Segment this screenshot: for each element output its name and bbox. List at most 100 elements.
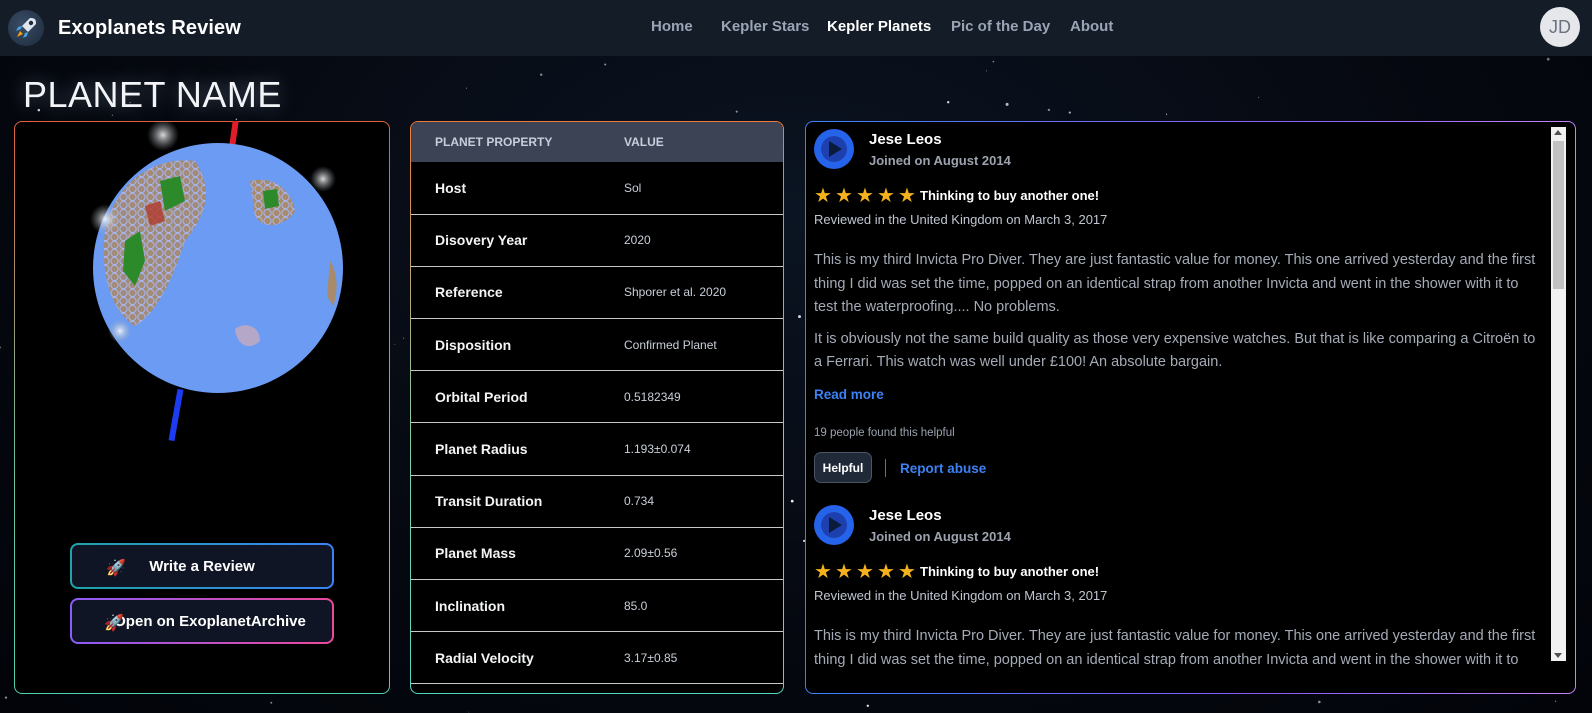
star-dot — [1005, 102, 1009, 106]
star-dot — [235, 118, 238, 121]
star-icon: ★ — [877, 561, 895, 583]
star-dot — [1317, 700, 1321, 704]
reviewer-avatar — [814, 505, 854, 545]
star-dot — [866, 704, 869, 707]
star-dot — [946, 100, 950, 104]
brand[interactable]: Exoplanets Review — [8, 10, 241, 46]
star-rating: ★ ★ ★ ★ ★ — [814, 186, 918, 206]
star-icon: ★ — [814, 185, 832, 207]
table-row: Inclination 85.0 — [411, 579, 783, 633]
nav-about[interactable]: About — [1070, 18, 1113, 35]
review-paragraph: This is my third Invicta Pro Diver. They… — [814, 252, 1536, 315]
property-value: 0.734 — [624, 475, 783, 528]
scroll-down-icon[interactable] — [1554, 653, 1562, 658]
property-key: Inclination — [411, 579, 624, 633]
properties-table: PLANET PROPERTY VALUE Host Sol Disovery Y… — [411, 122, 783, 685]
nav-home[interactable]: Home — [651, 18, 721, 35]
scroll-up-icon[interactable] — [1554, 130, 1562, 135]
planet-viewer-panel: 🚀 Write a Review 🚀 Open on ExoplanetArch… — [14, 119, 390, 694]
star-rating: ★ ★ ★ ★ ★ — [814, 562, 918, 582]
star-icon: ★ — [835, 561, 853, 583]
nav-kepler-stars[interactable]: Kepler Stars — [721, 18, 827, 35]
reviewer-joined: Joined on August 2014 — [869, 529, 1011, 544]
star-dot — [468, 711, 470, 713]
user-avatar[interactable]: JD — [1540, 7, 1580, 47]
write-review-label: Write a Review — [149, 557, 255, 575]
star-dot — [735, 110, 738, 113]
nav-kepler-planets[interactable]: Kepler Planets — [827, 18, 951, 35]
nav-pic-of-the-day[interactable]: Pic of the Day — [951, 18, 1070, 35]
star-dot — [1068, 111, 1071, 114]
property-key: Disovery Year — [411, 214, 624, 267]
property-value: 2.09±0.56 — [624, 527, 783, 581]
star-dot — [539, 73, 543, 76]
property-key: Transit Duration — [411, 475, 624, 528]
star-dot — [0, 346, 2, 349]
star-dot — [604, 63, 607, 66]
star-dot — [1166, 113, 1168, 115]
table-row: Reference Shporer et al. 2020 — [411, 266, 783, 320]
table-row: Planet Mass 2.09±0.56 — [411, 527, 783, 581]
play-icon — [829, 517, 842, 533]
star-dot — [465, 87, 467, 89]
star-icon: ★ — [835, 185, 853, 207]
star-dot — [394, 343, 396, 345]
star-dot — [270, 701, 273, 704]
header-value: VALUE — [624, 122, 783, 162]
star-dot — [1047, 108, 1051, 112]
property-value: 3.17±0.85 — [624, 631, 783, 685]
star-dot — [798, 315, 801, 319]
property-value: 2020 — [624, 214, 783, 267]
star-dot — [992, 60, 995, 63]
table-row: Host Sol — [411, 162, 783, 215]
helpful-count: 19 people found this helpful — [814, 427, 955, 439]
brand-title: Exoplanets Review — [58, 16, 241, 39]
open-archive-label: Open on ExoplanetArchive — [114, 612, 306, 630]
rocket-icon: 🚀 — [104, 615, 124, 632]
property-key: Reference — [411, 266, 624, 320]
write-review-button[interactable]: 🚀 Write a Review — [70, 543, 334, 589]
property-value: 85.0 — [624, 579, 783, 633]
star-icon: ★ — [898, 185, 916, 207]
star-icon: ★ — [856, 561, 874, 583]
helpful-button[interactable]: Helpful — [814, 452, 872, 483]
table-row: Disposition Confirmed Planet — [411, 318, 783, 372]
table-row: Planet Radius 1.193±0.074 — [411, 422, 783, 476]
property-value: Sol — [624, 162, 783, 215]
header-property: PLANET PROPERTY — [411, 122, 624, 162]
star-dot — [4, 696, 8, 699]
reviews-list[interactable]: Jese Leos Joined on August 2014 ★ ★ ★ ★ … — [806, 122, 1542, 693]
property-key: Planet Radius — [411, 422, 624, 476]
table-row: Transit Duration 0.734 — [411, 475, 783, 528]
divider — [885, 459, 886, 477]
reviewer-avatar — [814, 129, 854, 169]
property-value: Confirmed Planet — [624, 318, 783, 372]
property-key: Disposition — [411, 318, 624, 372]
reviewer-name: Jese Leos — [869, 131, 942, 148]
scroll-thumb[interactable] — [1553, 141, 1564, 289]
read-more-link[interactable]: Read more — [814, 387, 884, 402]
reviewer-joined: Joined on August 2014 — [869, 153, 1011, 168]
property-value: 1.193±0.074 — [624, 422, 783, 476]
open-exoplanet-archive-button[interactable]: 🚀 Open on ExoplanetArchive — [70, 598, 334, 644]
planet-globe[interactable] — [65, 119, 365, 461]
star-dot — [1258, 96, 1260, 98]
property-key: Host — [411, 162, 624, 215]
rocket-icon: 🚀 — [106, 560, 126, 577]
planet-properties-panel: PLANET PROPERTY VALUE Host Sol Disovery Y… — [410, 121, 784, 694]
nav-links: Home Kepler Stars Kepler Planets Pic of … — [651, 18, 1113, 35]
review-meta: Reviewed in the United Kingdom on March … — [814, 588, 1108, 603]
report-abuse-link[interactable]: Report abuse — [900, 461, 986, 476]
reviews-scrollbar[interactable] — [1551, 127, 1566, 661]
page-title: PLANET NAME — [23, 74, 282, 115]
star-icon: ★ — [856, 185, 874, 207]
star-icon: ★ — [814, 561, 832, 583]
rocket-icon — [8, 10, 44, 46]
review-body: This is my third Invicta Pro Diver. They… — [814, 249, 1539, 383]
review-title: Thinking to buy another one! — [920, 564, 1100, 579]
property-value: 0.5182349 — [624, 370, 783, 424]
star-dot — [403, 337, 405, 339]
play-icon — [829, 141, 842, 157]
table-row: Radial Velocity 3.17±0.85 — [411, 631, 783, 685]
reviews-panel: Jese Leos Joined on August 2014 ★ ★ ★ ★ … — [805, 121, 1576, 694]
